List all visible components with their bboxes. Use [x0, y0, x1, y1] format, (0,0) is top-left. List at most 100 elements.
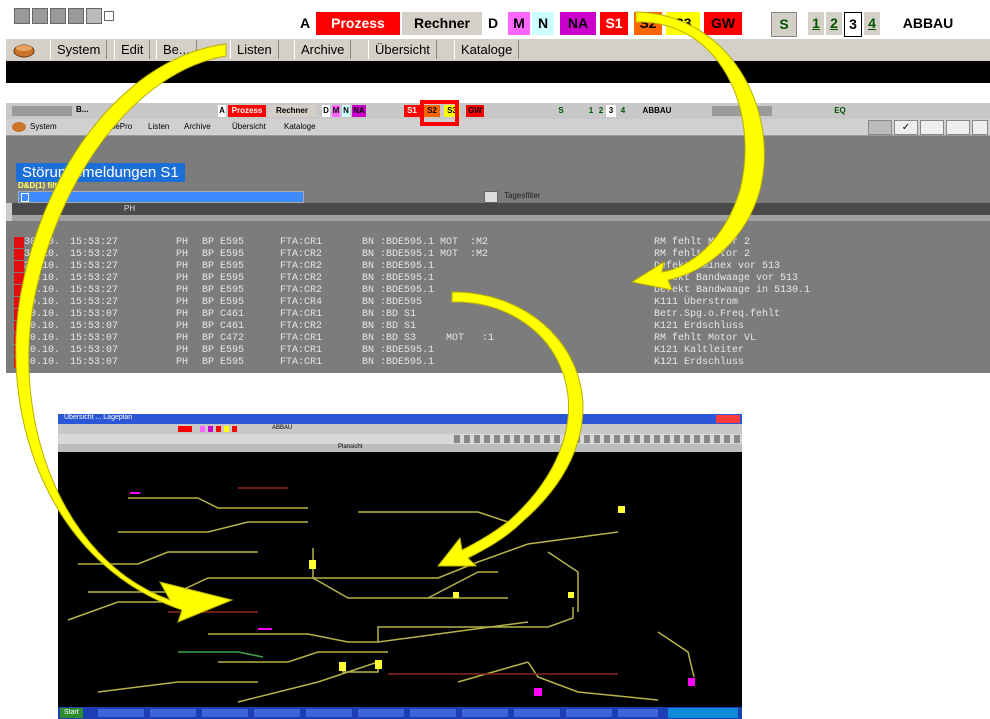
menu-icon-5[interactable]: [86, 8, 102, 24]
menu-system[interactable]: System: [50, 40, 108, 59]
mid-toolbar-button-n[interactable]: N: [342, 105, 350, 117]
alarm-marker: [258, 628, 272, 630]
toolbar-button-m[interactable]: M: [508, 12, 530, 35]
toolbar-button-s1[interactable]: S1: [600, 12, 628, 35]
signal-node: [339, 662, 346, 671]
alarm-row[interactable]: 30.10. 15:53:07 PH BP E595 FTA:CR1 BN :BDE595…: [6, 357, 990, 369]
menu-icon-4[interactable]: [68, 8, 84, 24]
toolbar-button-s2[interactable]: S2: [634, 12, 662, 35]
alarm-row[interactable]: 30.10. 15:53:07 PH BP E595 FTA:CR1 BN :BDE595…: [6, 345, 990, 357]
toolbar-button-a[interactable]: A: [296, 12, 314, 35]
toolbar-button-gw[interactable]: GW: [704, 12, 742, 35]
list-side-handle[interactable]: [6, 203, 12, 221]
map-toolbar: ABBAU: [58, 424, 742, 434]
signal-node: [568, 592, 574, 598]
tagesfilter-checkbox[interactable]: [484, 191, 498, 203]
mid-toolbar-button-gw[interactable]: GW: [466, 105, 484, 117]
mid-toolbar: B... A Prozess Rechner D M N NA S1 S2 S3 GW S 1 2 …: [6, 103, 990, 119]
s-button[interactable]: S: [771, 12, 797, 37]
filter-input[interactable]: [18, 191, 304, 203]
menu-listen[interactable]: Listen: [230, 40, 279, 59]
map-na-button[interactable]: [208, 426, 213, 432]
mid-toolbar-button-na[interactable]: NA: [352, 105, 366, 117]
map-m-button[interactable]: [200, 426, 205, 432]
tool-icon-1[interactable]: [868, 120, 892, 135]
alarm-row[interactable]: 30.10. 15:53:27 PH BP E595 FTA:CR2 BN :BDE595…: [6, 273, 990, 285]
menu-uebersicht[interactable]: Übersicht: [368, 40, 437, 59]
menu-icon-1[interactable]: [14, 8, 30, 24]
mid-menu-uebersicht[interactable]: Übersicht: [232, 122, 266, 131]
alarm-row[interactable]: 30.10. 15:53:27 PH BP E595 FTA:CR1 BN :BDE595…: [6, 237, 990, 249]
toolbar-button-rechner[interactable]: Rechner: [402, 12, 482, 35]
mid-view-2[interactable]: 2: [596, 105, 606, 117]
alarm-row[interactable]: 30.10. 15:53:27 PH BP E595 FTA:CR2 BN :BDE595…: [6, 285, 990, 297]
map-tool-icons[interactable]: [454, 435, 740, 443]
menu-icon-2[interactable]: [32, 8, 48, 24]
track-canvas[interactable]: [58, 452, 742, 707]
mid-menu-bepro[interactable]: BePro: [110, 122, 132, 131]
alarm-row[interactable]: 30.10. 15:53:27 PH BP E595 FTA:CR4 BN :BDE595…: [6, 297, 990, 309]
map-close-icon[interactable]: [716, 415, 740, 423]
alarm-row[interactable]: 30.10. 15:53:27 PH BP E595 FTA:CR2 BN :BDE595…: [6, 249, 990, 261]
mid-toolbar-button-rechner[interactable]: Rechner: [268, 105, 316, 117]
mid-logo-icon[interactable]: [12, 122, 26, 132]
list-divider: [6, 215, 990, 221]
map-prozess-button[interactable]: [178, 426, 192, 432]
menu-archive[interactable]: Archive: [294, 40, 352, 59]
mid-toolbar-button-s2[interactable]: S2: [424, 105, 440, 117]
app-logo-icon[interactable]: [10, 40, 38, 59]
alarm-row[interactable]: 30.10. 15:53:07 PH BP C472 FTA:CR1 BN :BD S3 …: [6, 333, 990, 345]
mid-view-4[interactable]: 4: [618, 105, 628, 117]
view-3-button[interactable]: 3: [844, 12, 862, 37]
map-s3-button[interactable]: [224, 426, 229, 432]
toolbar-button-d[interactable]: D: [484, 12, 502, 35]
menu-bepro[interactable]: Be...: [156, 40, 197, 59]
menu-edit[interactable]: Edit: [114, 40, 151, 59]
mid-toolbar-button-prozess[interactable]: Prozess: [228, 105, 266, 117]
mid-menu-system[interactable]: System: [30, 122, 57, 131]
column-header-ph[interactable]: PH: [124, 204, 135, 213]
mid-toolbar-button-s3[interactable]: S3: [444, 105, 460, 117]
alarm-row[interactable]: 30.10. 15:53:07 PH BP C461 FTA:CR2 BN :BD S1 K…: [6, 321, 990, 333]
menu-icon-3[interactable]: [50, 8, 66, 24]
view-2-button[interactable]: 2: [826, 12, 842, 35]
tool-icon-3[interactable]: [920, 120, 944, 135]
alarm-row[interactable]: 30.10. 15:53:27 PH BP E595 FTA:CR2 BN :BDE595…: [6, 261, 990, 273]
alarm-row[interactable]: 30.10. 15:53:07 PH BP C461 FTA:CR1 BN :BD S1 B…: [6, 309, 990, 321]
map-gw-button[interactable]: [232, 426, 237, 432]
tool-icon-5[interactable]: [972, 120, 988, 135]
taskbar-items[interactable]: [98, 709, 658, 717]
alarm-cell-c: FTA:CR1: [280, 357, 323, 368]
mid-toolbar-button-s1[interactable]: S1: [404, 105, 420, 117]
map-s1-button[interactable]: [216, 426, 221, 432]
toolbar-button-prozess[interactable]: Prozess: [316, 12, 400, 35]
check-icon[interactable]: ✓: [894, 120, 918, 135]
alarm-cell-t: 15:53:27: [70, 261, 119, 272]
mid-toolbar-button-m[interactable]: M: [332, 105, 340, 117]
start-button[interactable]: Start: [60, 708, 83, 718]
tool-icon-4[interactable]: [946, 120, 970, 135]
mid-menu-kataloge[interactable]: Kataloge: [284, 122, 316, 131]
toolbar-button-s3[interactable]: S3: [666, 12, 700, 35]
alarm-cell-b: BP C461: [202, 321, 245, 332]
menu-kataloge[interactable]: Kataloge: [454, 40, 520, 59]
mid-menu-archive[interactable]: Archive: [184, 122, 211, 131]
view-1-button[interactable]: 1: [808, 12, 824, 35]
restore-icon[interactable]: [104, 11, 114, 21]
mid-toolbar-button-d[interactable]: D: [322, 105, 330, 117]
alarm-cell-t: 15:53:07: [70, 309, 119, 320]
toolbar-button-n[interactable]: N: [532, 12, 554, 35]
alarm-cell-a: PH: [176, 357, 189, 368]
map-abbau[interactable]: ABBAU: [272, 425, 292, 431]
mid-toolbar-button-a[interactable]: A: [218, 105, 226, 117]
view-4-button[interactable]: 4: [864, 12, 880, 35]
toolbar-button-na[interactable]: NA: [560, 12, 596, 35]
abbau-label[interactable]: ABBAU: [886, 12, 970, 35]
alarm-cell-d: 30.10.: [24, 321, 61, 332]
mid-view-3[interactable]: 3: [606, 105, 616, 117]
mid-menu-listen[interactable]: Listen: [148, 122, 169, 131]
mid-abbau[interactable]: ABBAU: [632, 105, 682, 117]
mid-s-button[interactable]: S: [554, 105, 568, 117]
mid-view-1[interactable]: 1: [586, 105, 596, 117]
alarm-cell-a: PH: [176, 237, 189, 248]
